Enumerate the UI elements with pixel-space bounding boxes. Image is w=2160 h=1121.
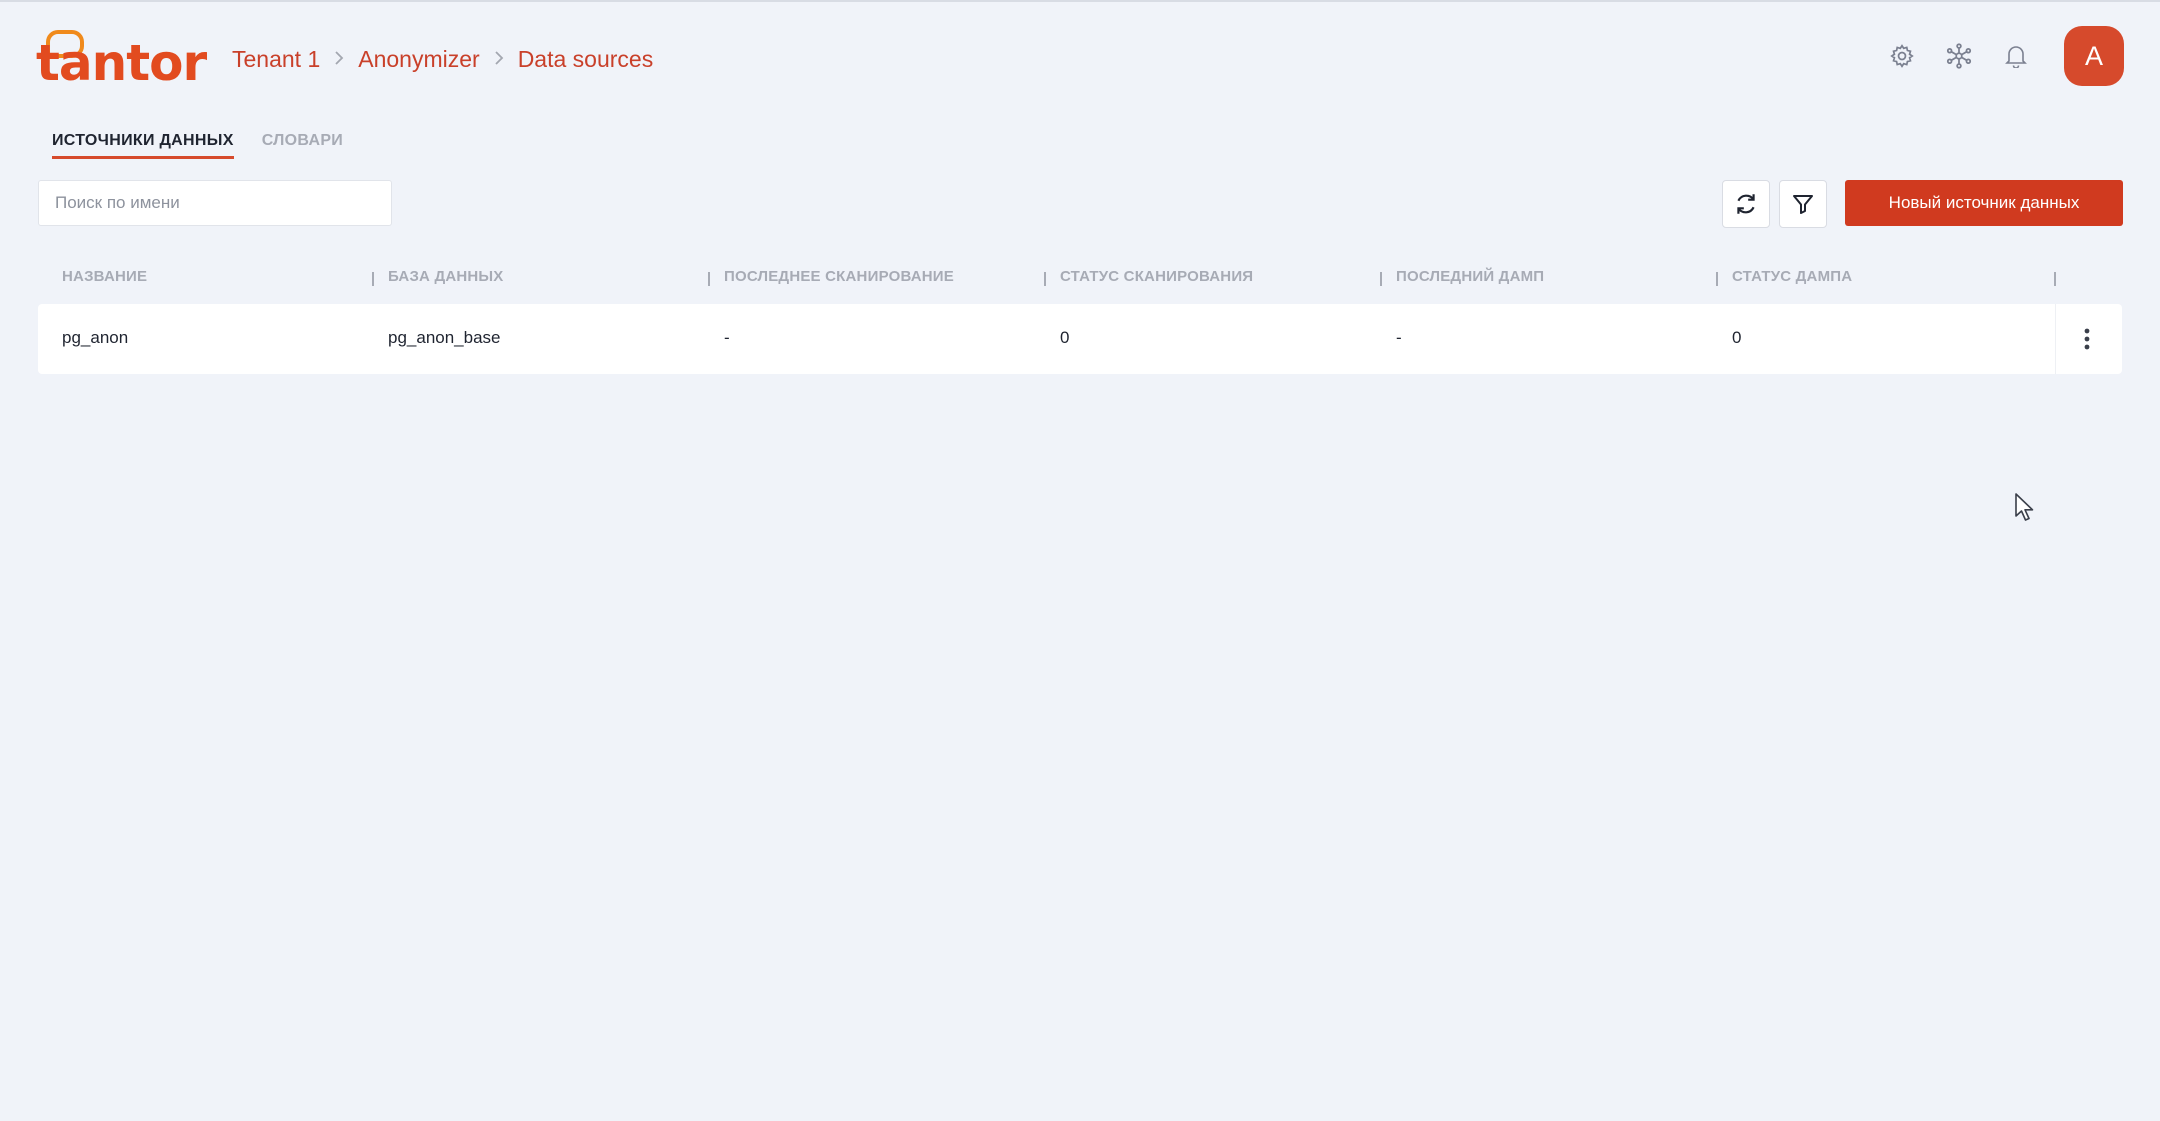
tab-bar: ИСТОЧНИКИ ДАННЫХ СЛОВАРИ	[52, 132, 371, 159]
refresh-button[interactable]	[1722, 180, 1770, 228]
table-header: НАЗВАНИЕ БАЗА ДАННЫХ ПОСЛЕДНЕЕ СКАНИРОВА…	[38, 264, 2122, 294]
row-divider	[2055, 304, 2056, 374]
column-header-last-scan[interactable]: ПОСЛЕДНЕЕ СКАНИРОВАНИЕ	[724, 268, 954, 285]
column-resize-handle[interactable]	[708, 272, 710, 286]
row-menu-button[interactable]	[2070, 322, 2104, 356]
cell-database: pg_anon_base	[388, 328, 501, 347]
column-header-dump-status[interactable]: СТАТУС ДАМПА	[1732, 268, 1852, 285]
refresh-icon	[1737, 194, 1755, 214]
cell-last-scan: -	[724, 328, 730, 347]
column-resize-handle[interactable]	[1716, 272, 1718, 286]
chevron-right-icon	[494, 48, 504, 71]
logo-text: tantor	[36, 34, 207, 92]
column-resize-handle[interactable]	[1380, 272, 1382, 286]
column-header-scan-status[interactable]: СТАТУС СКАНИРОВАНИЯ	[1060, 268, 1253, 285]
breadcrumb-tenant[interactable]: Tenant 1	[232, 46, 320, 73]
breadcrumb: Tenant 1 Anonymizer Data sources	[232, 46, 653, 73]
table-row[interactable]: pg_anon pg_anon_base - 0 - 0	[38, 304, 2122, 374]
breadcrumb-anonymizer[interactable]: Anonymizer	[358, 46, 479, 73]
filter-button[interactable]	[1779, 180, 1827, 228]
column-header-name[interactable]: НАЗВАНИЕ	[62, 268, 147, 285]
tab-dictionaries[interactable]: СЛОВАРИ	[262, 132, 343, 159]
search-input[interactable]	[38, 180, 392, 226]
more-vertical-icon	[2084, 328, 2090, 350]
cell-dump-status: 0	[1732, 328, 1742, 347]
tab-data-sources[interactable]: ИСТОЧНИКИ ДАННЫХ	[52, 132, 234, 159]
mouse-cursor-icon	[2014, 492, 2036, 527]
column-resize-handle[interactable]	[2054, 272, 2056, 286]
bell-icon[interactable]	[1996, 36, 2036, 76]
network-icon[interactable]	[1939, 36, 1979, 76]
chevron-right-icon	[334, 48, 344, 71]
column-header-database[interactable]: БАЗА ДАННЫХ	[388, 268, 504, 285]
new-data-source-button[interactable]: Новый источник данных	[1845, 180, 2123, 226]
cell-last-dump: -	[1396, 328, 1402, 347]
tantor-logo[interactable]: tantor	[36, 30, 207, 88]
gear-icon[interactable]	[1882, 36, 1922, 76]
cell-scan-status: 0	[1060, 328, 1070, 347]
filter-icon	[1793, 195, 1813, 214]
column-header-last-dump[interactable]: ПОСЛЕДНИЙ ДАМП	[1396, 268, 1544, 285]
column-resize-handle[interactable]	[372, 272, 374, 286]
user-avatar[interactable]: A	[2064, 26, 2124, 86]
cell-name: pg_anon	[62, 328, 129, 347]
column-resize-handle[interactable]	[1044, 272, 1046, 286]
breadcrumb-data-sources[interactable]: Data sources	[518, 46, 654, 73]
header-actions: A	[1865, 26, 2124, 86]
app-header: tantor Tenant 1 Anonymizer Data sources	[0, 2, 2160, 114]
